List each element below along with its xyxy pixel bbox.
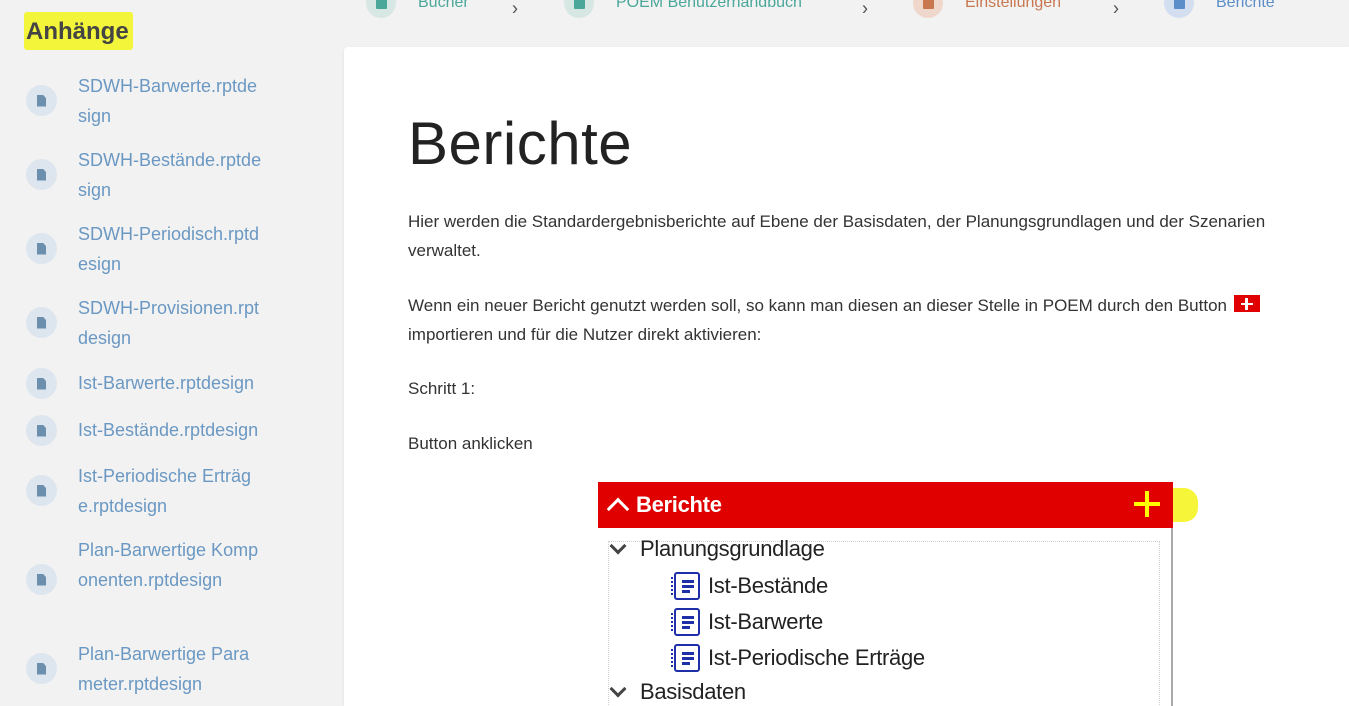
tree-group: Planungsgrundlage bbox=[609, 536, 825, 562]
tree-group: Basisdaten bbox=[609, 679, 746, 705]
step-text: Button anklicken bbox=[408, 434, 533, 453]
page-content: Berichte Hier werden die Standardergebni… bbox=[344, 47, 1349, 706]
breadcrumb-item-book[interactable]: POEM Benutzerhandbuch bbox=[564, 0, 802, 18]
breadcrumb: Bücher › POEM Benutzerhandbuch › Einstel… bbox=[344, 0, 1349, 24]
tree-item: Ist-Periodische Erträge bbox=[671, 644, 925, 672]
attachment-label: SDWH-Provisionen.rptdesign bbox=[78, 298, 260, 348]
intro-paragraph: Hier werden die Standardergebnisberichte… bbox=[408, 212, 1266, 260]
tree-item-label: Ist-Periodische Erträge bbox=[708, 645, 925, 670]
reports-tree: Planungsgrundlage Ist-Bestände Ist-Barwe… bbox=[598, 528, 1173, 706]
tree-group-label: Planungsgrundlage bbox=[640, 536, 825, 561]
plus-icon bbox=[1233, 295, 1260, 312]
report-icon bbox=[671, 644, 700, 672]
attachment-item[interactable]: Ist-Barwerte.rptdesign bbox=[26, 368, 254, 399]
attachment-item[interactable]: Plan-Barwertige Komponenten.rptdesign bbox=[26, 540, 258, 595]
attachment-label: SDWH-Barwerte.rptdesign bbox=[78, 76, 258, 126]
file-icon bbox=[26, 159, 57, 190]
breadcrumb-separator: › bbox=[862, 0, 868, 19]
tree-item: Ist-Barwerte bbox=[671, 608, 823, 636]
breadcrumb-label: POEM Benutzerhandbuch bbox=[616, 0, 802, 11]
tree-group-label: Basisdaten bbox=[640, 679, 746, 704]
page-title: Berichte bbox=[408, 110, 633, 177]
file-icon bbox=[26, 415, 57, 446]
attachment-item[interactable]: Ist-Periodische Erträge.rptdesign bbox=[26, 466, 251, 516]
tree-item-label: Ist-Bestände bbox=[708, 573, 828, 598]
file-icon bbox=[26, 307, 57, 338]
add-report-icon bbox=[1128, 482, 1173, 528]
reports-panel-title: Berichte bbox=[636, 492, 722, 517]
attachment-item[interactable]: SDWH-Barwerte.rptdesign bbox=[26, 76, 257, 126]
tree-item: Ist-Bestände bbox=[671, 572, 828, 600]
import-text: Wenn ein neuer Bericht genutzt werden so… bbox=[408, 296, 1227, 315]
report-icon bbox=[671, 608, 700, 636]
file-icon bbox=[26, 475, 57, 506]
chapter-icon bbox=[913, 0, 943, 18]
breadcrumb-item-chapter[interactable]: Einstellungen bbox=[913, 0, 1061, 18]
breadcrumb-label: Einstellungen bbox=[965, 0, 1062, 11]
attachments-sidebar: Anhänge SDWH-Barwerte.rptdesign SDWH-Bes… bbox=[0, 0, 344, 706]
reports-panel-header: Berichte bbox=[598, 482, 1173, 528]
attachment-label: Plan-Barwertige Komponenten.rptdesign bbox=[78, 540, 259, 590]
breadcrumb-separator: › bbox=[1113, 0, 1119, 19]
attachment-label: Ist-Bestände.rptdesign bbox=[78, 420, 259, 440]
file-icon bbox=[26, 368, 57, 399]
tree-item-label: Ist-Barwerte bbox=[708, 609, 823, 634]
chevron-down-icon bbox=[609, 537, 627, 555]
file-icon bbox=[26, 564, 57, 595]
step-label: Schritt 1: bbox=[408, 379, 476, 398]
attachment-item[interactable]: SDWH-Bestände.rptdesign bbox=[26, 150, 261, 200]
attachment-item[interactable]: Plan-Barwertige Parameter.rptdesign bbox=[26, 644, 249, 694]
book-icon bbox=[564, 0, 594, 18]
attachment-label: Plan-Barwertige Parameter.rptdesign bbox=[78, 644, 250, 694]
file-icon bbox=[26, 233, 57, 264]
reports-screenshot: Berichte Planungsgrundlage Ist-Bestände bbox=[598, 482, 1198, 706]
file-icon bbox=[26, 653, 57, 684]
books-icon bbox=[366, 0, 396, 18]
chevron-down-icon bbox=[609, 680, 627, 698]
attachment-label: Ist-Periodische Erträge.rptdesign bbox=[78, 466, 252, 516]
breadcrumb-separator: › bbox=[512, 0, 518, 19]
breadcrumb-item-page[interactable]: Berichte bbox=[1164, 0, 1275, 18]
import-paragraph: Wenn ein neuer Bericht genutzt werden so… bbox=[408, 291, 1328, 349]
chevron-up-icon bbox=[606, 497, 630, 521]
attachment-item[interactable]: SDWH-Periodisch.rptdesign bbox=[26, 224, 259, 274]
attachment-label: SDWH-Periodisch.rptdesign bbox=[78, 224, 260, 274]
page-icon bbox=[1164, 0, 1194, 18]
import-text-continued: importieren und für die Nutzer direkt ak… bbox=[408, 325, 762, 344]
attachment-label: Ist-Barwerte.rptdesign bbox=[78, 373, 255, 393]
breadcrumb-item-books[interactable]: Bücher bbox=[366, 0, 469, 18]
file-icon bbox=[26, 85, 57, 116]
breadcrumb-label: Bücher bbox=[418, 0, 469, 11]
breadcrumb-label: Berichte bbox=[1216, 0, 1275, 11]
attachment-item[interactable]: Ist-Bestände.rptdesign bbox=[26, 415, 258, 446]
report-icon bbox=[671, 572, 700, 600]
attachment-label: SDWH-Bestände.rptdesign bbox=[78, 150, 262, 200]
attachments-title: Anhänge bbox=[24, 12, 133, 50]
attachment-item[interactable]: SDWH-Provisionen.rptdesign bbox=[26, 298, 259, 348]
